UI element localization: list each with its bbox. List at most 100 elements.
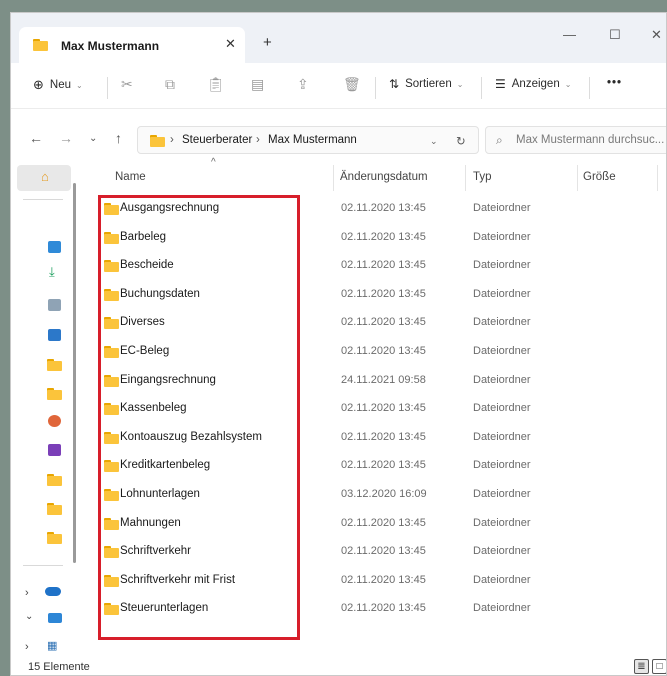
sort-icon: ⇅ — [389, 77, 400, 91]
sort-button[interactable]: ⇅ Sortieren ⌄ — [389, 77, 463, 91]
network-icon[interactable]: ▦ — [47, 639, 57, 652]
music-icon[interactable] — [48, 415, 61, 427]
column-date[interactable]: Änderungsdatum — [340, 171, 428, 183]
tab-title: Max Mustermann — [61, 39, 160, 53]
file-type: Dateiordner — [473, 373, 531, 386]
downloads-icon[interactable]: ⤓ — [49, 264, 55, 280]
breadcrumb-steuerberater[interactable]: Steuerberater — [182, 134, 252, 146]
documents-icon[interactable] — [48, 299, 61, 311]
divider — [465, 165, 466, 191]
column-size[interactable]: Größe — [583, 171, 616, 183]
search-placeholder: Max Mustermann durchsuc... — [516, 134, 665, 146]
divider — [589, 77, 590, 99]
folder-icon[interactable] — [47, 359, 62, 371]
chevron-down-icon: ⌄ — [456, 79, 464, 89]
details-view-icon[interactable]: ≣ — [634, 659, 649, 674]
explorer-window: Max Mustermann ✕ + — ☐ ✕ ⊕ Neu ⌄ ✂ ⧉ 📋︎ … — [10, 12, 667, 676]
file-type: Dateiordner — [473, 230, 531, 243]
file-date: 02.11.2020 13:45 — [341, 345, 426, 357]
new-label: Neu — [49, 79, 72, 91]
scrollbar[interactable] — [73, 183, 76, 563]
search-input[interactable]: ⌕ Max Mustermann durchsuc... — [485, 126, 666, 154]
new-button[interactable]: ⊕ Neu ⌄ — [33, 77, 83, 93]
nav-item-home[interactable]: ⌂ — [17, 165, 71, 191]
file-date: 02.11.2020 13:45 — [341, 573, 426, 586]
address-bar[interactable]: › Steuerberater › Max Mustermann ⌄ ↻ — [137, 126, 479, 154]
more-options-button[interactable]: ••• — [607, 77, 622, 89]
maximize-button[interactable]: ☐ — [609, 27, 621, 43]
divider — [577, 165, 578, 191]
collapse-chevron-icon[interactable]: ⌄ — [25, 611, 33, 622]
delete-icon[interactable]: 🗑︎ — [343, 76, 361, 93]
this-pc-icon[interactable] — [48, 613, 62, 623]
expand-chevron-icon[interactable]: › — [25, 587, 29, 599]
chevron-down-icon[interactable]: ⌄ — [430, 136, 438, 147]
share-icon[interactable]: ⇪ — [297, 76, 309, 93]
file-date: 02.11.2020 13:45 — [341, 402, 426, 415]
onedrive-icon[interactable] — [45, 587, 61, 596]
file-date: 02.11.2020 13:45 — [341, 459, 426, 472]
sort-label: Sortieren — [405, 78, 452, 90]
highlight-box — [98, 195, 300, 640]
file-type: Dateiordner — [473, 259, 531, 272]
sort-ascending-icon: ^ — [211, 157, 216, 168]
file-date: 24.11.2021 09:58 — [341, 373, 426, 386]
divider — [657, 165, 658, 191]
file-type: Dateiordner — [473, 430, 531, 443]
paste-icon[interactable]: 📋︎ — [207, 76, 225, 93]
close-window-button[interactable]: ✕ — [651, 27, 662, 43]
title-bar: Max Mustermann ✕ + — ☐ ✕ — [11, 13, 666, 63]
folder-icon[interactable] — [47, 474, 62, 486]
folder-icon — [33, 39, 48, 51]
divider — [107, 77, 108, 99]
copy-icon[interactable]: ⧉ — [165, 76, 175, 93]
folder-icon[interactable] — [47, 532, 62, 544]
column-name[interactable]: Name — [115, 171, 146, 183]
file-type: Dateiordner — [473, 488, 531, 500]
file-type: Dateiordner — [473, 202, 531, 214]
back-arrow-icon[interactable]: ← — [29, 130, 43, 146]
file-type: Dateiordner — [473, 345, 531, 357]
file-type: Dateiordner — [473, 545, 531, 558]
view-button[interactable]: ☰ Anzeigen ⌄ — [495, 77, 571, 91]
column-header: ^ Name Änderungsdatum Typ Größe — [107, 157, 666, 193]
file-date: 02.11.2020 13:45 — [341, 430, 426, 443]
item-count: 15 Elemente — [28, 661, 90, 673]
forward-arrow-icon[interactable]: → — [59, 130, 73, 146]
breadcrumb-separator: › — [170, 134, 174, 146]
address-row: ← → ⌄ ↑ › Steuerberater › Max Mustermann… — [11, 120, 666, 160]
new-tab-button[interactable]: + — [263, 34, 272, 51]
file-date: 02.11.2020 13:45 — [341, 516, 426, 529]
tab-max-mustermann[interactable]: Max Mustermann ✕ — [19, 27, 245, 63]
divider — [23, 565, 63, 566]
file-type: Dateiordner — [473, 287, 531, 300]
folder-icon — [150, 135, 165, 147]
rename-icon[interactable]: ▤ — [251, 76, 264, 93]
file-type: Dateiordner — [473, 316, 531, 329]
search-icon: ⌕ — [496, 133, 503, 147]
up-arrow-icon[interactable]: ↑ — [115, 130, 122, 146]
expand-chevron-icon[interactable]: › — [25, 641, 29, 653]
tiles-view-icon[interactable]: □ — [652, 659, 666, 674]
folder-icon[interactable] — [47, 388, 62, 400]
file-type: Dateiordner — [473, 459, 531, 472]
command-bar: ⊕ Neu ⌄ ✂ ⧉ 📋︎ ▤ ⇪ 🗑︎ ⇅ Sortieren ⌄ ☰ An… — [11, 63, 666, 109]
breadcrumb-max-mustermann[interactable]: Max Mustermann — [268, 134, 357, 146]
breadcrumb-separator: › — [256, 134, 260, 146]
divider — [23, 199, 63, 200]
videos-icon[interactable] — [48, 444, 61, 456]
file-date: 02.11.2020 13:45 — [341, 316, 426, 329]
view-icon: ☰ — [495, 77, 506, 91]
refresh-icon[interactable]: ↻ — [456, 134, 466, 148]
minimize-button[interactable]: — — [563, 27, 576, 42]
close-tab-icon[interactable]: ✕ — [225, 36, 236, 52]
recent-chevron-icon[interactable]: ⌄ — [89, 133, 97, 144]
desktop-icon[interactable] — [48, 241, 61, 253]
file-date: 02.11.2020 13:45 — [341, 287, 426, 300]
folder-icon[interactable] — [47, 503, 62, 515]
chevron-down-icon: ⌄ — [564, 79, 572, 89]
cut-icon[interactable]: ✂ — [121, 76, 133, 93]
column-type[interactable]: Typ — [473, 171, 492, 183]
pictures-icon[interactable] — [48, 329, 61, 341]
file-type: Dateiordner — [473, 602, 531, 615]
